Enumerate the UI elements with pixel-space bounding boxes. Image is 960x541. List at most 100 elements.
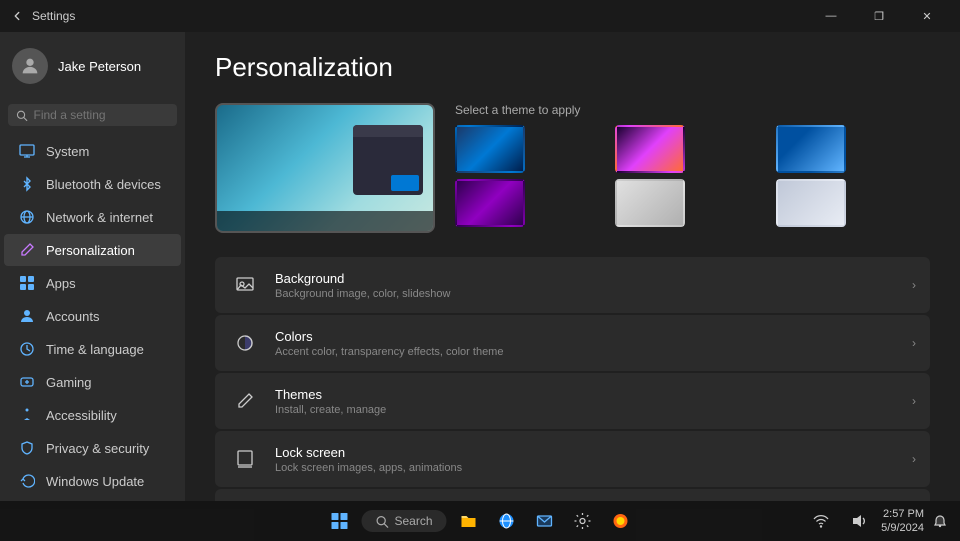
update-icon (18, 472, 36, 490)
theme-thumbnail-2[interactable] (615, 125, 685, 173)
network-icon (18, 208, 36, 226)
back-icon[interactable] (10, 9, 24, 23)
accounts-icon (18, 307, 36, 325)
settings-item-lockscreen-title: Lock screen (275, 445, 898, 460)
sidebar-item-apps-label: Apps (46, 276, 76, 291)
sidebar-item-update[interactable]: Windows Update (4, 465, 181, 497)
theme-thumbnail-4[interactable] (455, 179, 525, 227)
sidebar-item-privacy[interactable]: Privacy & security (4, 432, 181, 464)
preview-window (353, 125, 423, 195)
settings-item-themes[interactable]: Themes Install, create, manage › (215, 373, 930, 429)
taskbar-mail[interactable] (529, 505, 561, 537)
close-button[interactable]: ✕ (904, 0, 950, 32)
apps-icon (18, 274, 36, 292)
sidebar-item-personalization-label: Personalization (46, 243, 135, 258)
minimize-button[interactable]: — (808, 0, 854, 32)
settings-item-themes-text: Themes Install, create, manage (275, 387, 898, 416)
sidebar-item-bluetooth[interactable]: Bluetooth & devices (4, 168, 181, 200)
taskbar-browser[interactable] (491, 505, 523, 537)
sidebar-item-bluetooth-label: Bluetooth & devices (46, 177, 161, 192)
theme-thumbnail-6[interactable] (776, 179, 846, 227)
settings-item-lockscreen-desc: Lock screen images, apps, animations (275, 462, 898, 474)
taskbar: Search 2:57 PM 5/9/2024 (0, 501, 960, 541)
notification-button[interactable] (930, 505, 950, 537)
settings-item-themes-title: Themes (275, 387, 898, 402)
theme-select-label: Select a theme to apply (455, 103, 930, 117)
search-input[interactable] (34, 108, 169, 122)
settings-item-colors-title: Colors (275, 329, 898, 344)
settings-item-lockscreen[interactable]: Lock screen Lock screen images, apps, an… (215, 431, 930, 487)
taskbar-datetime[interactable]: 2:57 PM 5/9/2024 (881, 507, 924, 536)
personalization-icon (18, 241, 36, 259)
nav-list: System Bluetooth & devices Network & int… (0, 134, 185, 498)
sidebar-item-personalization[interactable]: Personalization (4, 234, 181, 266)
taskbar-search-icon (375, 515, 388, 528)
background-chevron-icon: › (912, 278, 916, 292)
sidebar-item-update-label: Windows Update (46, 474, 144, 489)
lockscreen-chevron-icon: › (912, 452, 916, 466)
privacy-icon (18, 439, 36, 457)
sidebar-item-time-label: Time & language (46, 342, 144, 357)
accessibility-icon (18, 406, 36, 424)
settings-item-themes-desc: Install, create, manage (275, 404, 898, 416)
sidebar-item-network-label: Network & internet (46, 210, 153, 225)
theme-thumbnail-5[interactable] (615, 179, 685, 227)
themes-icon (229, 385, 261, 417)
settings-item-background-text: Background Background image, color, slid… (275, 271, 898, 300)
taskbar-settings-app[interactable] (567, 505, 599, 537)
taskbar-time-display: 2:57 PM (881, 507, 924, 521)
gaming-icon (18, 373, 36, 391)
taskbar-firefox[interactable] (605, 505, 637, 537)
theme-section: Select a theme to apply (215, 103, 930, 233)
sidebar-item-accounts[interactable]: Accounts (4, 300, 181, 332)
settings-item-colors-desc: Accent color, transparency effects, colo… (275, 346, 898, 358)
preview-taskbar (217, 211, 433, 231)
colors-icon (229, 327, 261, 359)
titlebar-title: Settings (32, 9, 75, 23)
main-panel: Personalization Select a theme to apply (185, 32, 960, 501)
search-box[interactable] (8, 104, 177, 126)
sidebar-item-gaming[interactable]: Gaming (4, 366, 181, 398)
sidebar-item-time[interactable]: Time & language (4, 333, 181, 365)
taskbar-wifi-icon[interactable] (805, 505, 837, 537)
settings-item-background-title: Background (275, 271, 898, 286)
theme-select-area: Select a theme to apply (455, 103, 930, 227)
preview-window-btn (391, 175, 419, 191)
user-profile[interactable]: Jake Peterson (0, 32, 185, 100)
user-name: Jake Peterson (58, 59, 141, 74)
settings-item-touchkeyboard[interactable]: Touch keyboard Themes, size › (215, 489, 930, 501)
sidebar-item-apps[interactable]: Apps (4, 267, 181, 299)
sidebar: Jake Peterson System Bluetooth & d (0, 32, 185, 501)
taskbar-right: 2:57 PM 5/9/2024 (805, 505, 950, 537)
settings-item-lockscreen-text: Lock screen Lock screen images, apps, an… (275, 445, 898, 474)
taskbar-search[interactable]: Search (361, 510, 446, 532)
sidebar-item-network[interactable]: Network & internet (4, 201, 181, 233)
taskbar-search-label: Search (394, 514, 432, 528)
restore-button[interactable]: ❐ (856, 0, 902, 32)
page-title: Personalization (215, 52, 930, 83)
bluetooth-icon (18, 175, 36, 193)
system-icon (18, 142, 36, 160)
colors-chevron-icon: › (912, 336, 916, 350)
sidebar-item-system[interactable]: System (4, 135, 181, 167)
start-button[interactable] (323, 505, 355, 537)
theme-thumbnail-1[interactable] (455, 125, 525, 173)
avatar (12, 48, 48, 84)
settings-item-background-desc: Background image, color, slideshow (275, 288, 898, 300)
taskbar-file-explorer[interactable] (453, 505, 485, 537)
app-body: Jake Peterson System Bluetooth & d (0, 32, 960, 501)
taskbar-volume-icon[interactable] (843, 505, 875, 537)
theme-thumbnail-3[interactable] (776, 125, 846, 173)
settings-item-background[interactable]: Background Background image, color, slid… (215, 257, 930, 313)
sidebar-item-accounts-label: Accounts (46, 309, 99, 324)
titlebar-left: Settings (10, 9, 75, 23)
time-icon (18, 340, 36, 358)
background-icon (229, 269, 261, 301)
theme-grid (455, 125, 930, 227)
titlebar: Settings — ❐ ✕ (0, 0, 960, 32)
settings-item-colors-text: Colors Accent color, transparency effect… (275, 329, 898, 358)
titlebar-controls: — ❐ ✕ (808, 0, 950, 32)
taskbar-date-display: 5/9/2024 (881, 521, 924, 535)
sidebar-item-accessibility[interactable]: Accessibility (4, 399, 181, 431)
settings-item-colors[interactable]: Colors Accent color, transparency effect… (215, 315, 930, 371)
